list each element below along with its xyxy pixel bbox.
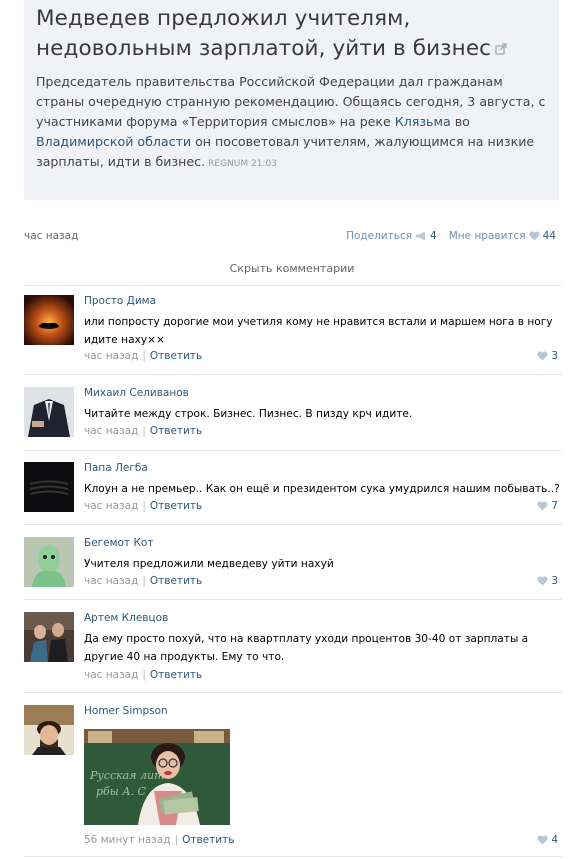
comment-author[interactable]: Папа Легба [84,462,148,474]
comment: Михаил Селиванов Читайте между строк. Би… [24,387,562,447]
divider [24,374,562,375]
comment-text: Клоун а не премьер.. Как он ещё и презид… [84,483,560,495]
megaphone-icon [416,231,426,241]
external-link-icon[interactable] [495,43,507,55]
svg-text:Русская лит: Русская лит [89,769,165,782]
post-card: Медведев предложил учителям, недовольным… [24,0,559,200]
separator: | [142,500,146,512]
comment-time[interactable]: час назад [84,500,138,512]
divider [24,856,562,857]
post-text: Председатель правительства Российской Фе… [36,72,548,174]
separator: | [142,425,146,437]
comment-footer: час назад | Ответить [84,669,202,681]
heart-icon [537,351,548,361]
comment-author[interactable]: Михаил Селиванов [84,387,189,399]
link-vladimir-region[interactable]: Владимирской области [36,134,191,149]
comment-author[interactable]: Просто Дима [84,295,156,307]
divider [24,692,562,693]
divider [24,285,562,286]
post-title[interactable]: Медведев предложил учителям, недовольным… [36,4,556,64]
comment-text: Учителя предложили медведеву уйти нахуй [84,558,334,570]
separator: | [142,350,146,362]
comment-footer: час назад | Ответить [84,425,202,437]
comment-text: Да ему просто похуй, что на квартплату у… [84,633,529,663]
reply-button[interactable]: Ответить [150,425,202,437]
avatar[interactable] [24,705,74,755]
comment: Артем Клевцов Да ему просто похуй, что н… [24,612,562,690]
comment-time[interactable]: час назад [84,425,138,437]
comment-time[interactable]: час назад [84,575,138,587]
source-time: 21:03 [250,159,277,169]
comment-footer: час назад | Ответить [84,575,202,587]
comment-text: Читайте между строк. Бизнес. Пизнес. В п… [84,408,413,420]
reply-button[interactable]: Ответить [182,834,234,846]
avatar[interactable] [24,462,74,512]
comment-photo[interactable]: Русская лит рбы А. С [84,729,230,825]
comment-like-count: 7 [551,500,558,512]
post-title-text[interactable]: Медведев предложил учителям, недовольным… [36,6,491,61]
comment-like-button[interactable]: 3 [537,575,558,587]
heart-icon [537,501,548,511]
comment-time[interactable]: час назад [84,350,138,362]
comment-author[interactable]: Артем Клевцов [84,612,168,624]
reply-button[interactable]: Ответить [150,500,202,512]
comment: Просто Дима или попросту дорогие мои уче… [24,295,562,370]
reply-button[interactable]: Ответить [150,350,202,362]
share-count: 4 [430,230,437,242]
post-text-part: во [450,114,470,129]
comment-time[interactable]: 56 минут назад [84,834,171,846]
comment-like-button[interactable]: 3 [537,350,558,362]
like-count: 44 [542,230,556,242]
link-klyazma[interactable]: Клязьма [395,114,451,129]
comment-text: или попросту дорогие мои учетиля кому не… [84,316,553,346]
comment-like-count: 3 [551,575,558,587]
comment-like-button[interactable]: 7 [537,500,558,512]
comment-like-count: 3 [551,350,558,362]
separator: | [142,669,146,681]
heart-icon [537,835,548,845]
divider [24,450,562,451]
comment-author[interactable]: Homer Simpson [84,705,168,717]
comment-footer: 56 минут назад | Ответить [84,834,234,846]
avatar[interactable] [24,387,74,437]
like-button[interactable]: Мне нравится 44 [449,230,556,242]
comment-footer: час назад | Ответить [84,500,202,512]
source-label: REGNUM 21:03 [208,159,277,169]
avatar[interactable] [24,295,74,345]
separator: | [142,575,146,587]
separator: | [174,834,179,846]
post-actions: Поделиться 4 Мне нравится 44 [346,230,556,242]
divider [24,524,562,525]
hide-comments-link[interactable]: Скрыть комментарии [0,262,584,275]
comment-like-count: 4 [551,834,558,846]
comment-author[interactable]: Бегемот Кот [84,537,153,549]
reply-button[interactable]: Ответить [150,575,202,587]
comment-time[interactable]: час назад [84,669,138,681]
divider [24,599,562,600]
heart-icon [529,231,540,241]
comment: Папа Легба Клоун а не премьер.. Как он е… [24,462,562,522]
comment: Бегемот Кот Учителя предложили медведеву… [24,537,562,597]
reply-button[interactable]: Ответить [150,669,202,681]
svg-text:рбы А. С: рбы А. С [96,785,147,798]
share-label: Поделиться [346,230,413,242]
avatar[interactable] [24,612,74,662]
comment-like-button[interactable]: 4 [537,834,558,846]
like-label: Мне нравится [448,230,526,242]
share-button[interactable]: Поделиться 4 [346,230,437,242]
post-time[interactable]: час назад [24,230,78,242]
avatar[interactable] [24,537,74,587]
heart-icon [537,576,548,586]
comment: Homer Simpson Русская лит рбы А. С 56 мин… [24,705,562,855]
comment-footer: час назад | Ответить [84,350,202,362]
source-name: REGNUM [208,159,249,169]
